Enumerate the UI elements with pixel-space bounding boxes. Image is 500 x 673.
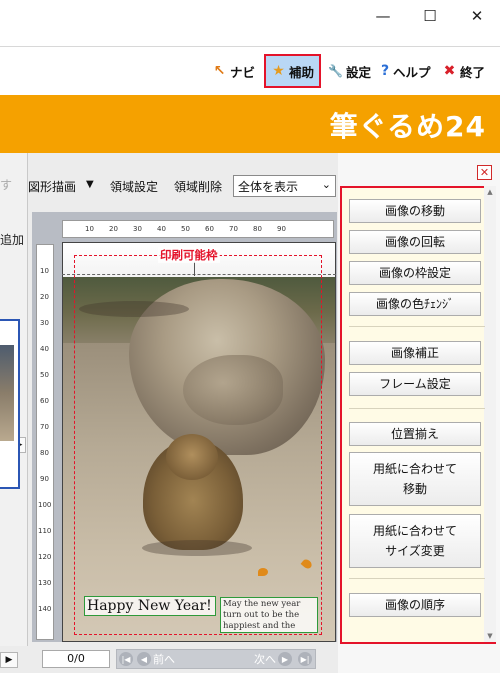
message-text-box[interactable]: May the new year turn out to be the happ… bbox=[220, 597, 318, 633]
scroll-up-icon[interactable]: ▲ bbox=[484, 186, 496, 198]
last-page-icon: ▶| bbox=[298, 652, 312, 666]
scroll-down-icon[interactable]: ▼ bbox=[484, 630, 496, 642]
panel-separator bbox=[349, 326, 485, 327]
close-window-button[interactable]: ✕ bbox=[454, 0, 500, 32]
ruler-tick: 60 bbox=[40, 397, 49, 405]
nav-navi[interactable]: ↖ ナビ bbox=[212, 58, 255, 84]
panel-separator bbox=[349, 408, 485, 409]
image-correction-button[interactable]: 画像補正 bbox=[349, 341, 481, 365]
ruler-tick: 80 bbox=[40, 449, 49, 457]
star-icon: ★ bbox=[272, 63, 285, 79]
fit-to-paper-resize-button[interactable]: 用紙に合わせて サイズ変更 bbox=[349, 514, 481, 568]
nav-settings-label: 設定 bbox=[346, 64, 372, 80]
maximize-button[interactable]: ☐ bbox=[407, 0, 453, 32]
ruler-tick: 10 bbox=[85, 225, 94, 233]
view-select[interactable]: 全体を表示 ⌄ bbox=[233, 175, 336, 197]
prev-page-button[interactable]: ◀ 前へ bbox=[137, 650, 175, 668]
next-page-button[interactable]: 次へ ▶ bbox=[254, 650, 292, 668]
ruler-tick: 100 bbox=[38, 501, 52, 509]
left-panel-arrow-right[interactable]: ▶ bbox=[0, 652, 18, 668]
nav-assist-label: 補助 bbox=[289, 64, 315, 80]
area-delete-button[interactable]: 領域削除 bbox=[174, 178, 222, 195]
question-icon: ? bbox=[380, 63, 390, 79]
left-panel-thumbnail[interactable] bbox=[0, 319, 20, 489]
align-button[interactable]: 位置揃え bbox=[349, 422, 481, 446]
ruler-tick: 30 bbox=[40, 319, 49, 327]
next-page-icon: ▶ bbox=[278, 652, 292, 666]
ruler-tick: 110 bbox=[38, 527, 52, 535]
nav-settings[interactable]: 🔧 設定 bbox=[328, 58, 371, 84]
ruler-tick: 20 bbox=[109, 225, 118, 233]
page-indicator: 0/0 bbox=[42, 650, 110, 668]
print-area-label: 印刷可能枠 bbox=[158, 247, 220, 263]
move-image-button[interactable]: 画像の移動 bbox=[349, 199, 481, 223]
ruler-tick: 60 bbox=[205, 225, 214, 233]
ruler-tick: 70 bbox=[40, 423, 49, 431]
nav-assist[interactable]: ★ 補助 bbox=[264, 54, 322, 88]
toolbar: 図形描画 ▼ 領域設定 領域削除 全体を表示 ⌄ bbox=[28, 160, 338, 210]
nav-exit-label: 終了 bbox=[460, 64, 486, 80]
thumbnail-image bbox=[0, 345, 14, 441]
title-bar: — ☐ ✕ bbox=[0, 0, 500, 32]
ruler-tick: 90 bbox=[277, 225, 286, 233]
panel-scrollbar[interactable] bbox=[484, 186, 496, 642]
print-area-frame bbox=[74, 255, 322, 635]
close-x-icon: ✖ bbox=[443, 63, 456, 79]
left-panel-text: す bbox=[0, 178, 13, 192]
pointer-arrow-icon: ↖ bbox=[213, 63, 226, 79]
ruler-tick: 50 bbox=[40, 371, 49, 379]
image-frame-settings-button[interactable]: 画像の枠設定 bbox=[349, 261, 481, 285]
image-color-change-button[interactable]: 画像の色ﾁｪﾝｼﾞ bbox=[349, 292, 481, 316]
last-page-button[interactable]: ▶| bbox=[298, 650, 312, 668]
nav-navi-label: ナビ bbox=[230, 64, 256, 80]
ruler-tick: 80 bbox=[253, 225, 262, 233]
panel-separator bbox=[349, 578, 485, 579]
nav-help[interactable]: ? ヘルプ bbox=[380, 58, 431, 84]
fit-to-paper-move-button[interactable]: 用紙に合わせて 移動 bbox=[349, 452, 481, 506]
brand-logo: 筆ぐるめ24 bbox=[329, 110, 486, 143]
view-select-value: 全体を表示 bbox=[238, 180, 299, 194]
horizontal-ruler: 10 20 30 40 50 60 70 80 90 bbox=[62, 220, 334, 238]
left-panel: す 追加 ▼ ▶ bbox=[0, 153, 28, 673]
minimize-button[interactable]: — bbox=[360, 0, 406, 32]
ruler-tick: 70 bbox=[229, 225, 238, 233]
ruler-tick: 120 bbox=[38, 553, 52, 561]
shape-dropdown-icon[interactable]: ▼ bbox=[86, 179, 94, 190]
area-set-button[interactable]: 領域設定 bbox=[110, 178, 158, 195]
frame-settings-button[interactable]: フレーム設定 bbox=[349, 372, 481, 396]
shape-draw-button[interactable]: 図形描画 bbox=[28, 178, 76, 195]
brand-banner: 筆ぐるめ24 bbox=[0, 95, 500, 153]
next-page-label: 次へ bbox=[254, 653, 276, 666]
chevron-down-icon: ⌄ bbox=[321, 178, 331, 191]
image-tools-panel bbox=[340, 186, 496, 644]
vertical-ruler: 10 20 30 40 50 60 70 80 90 100 110 120 1… bbox=[36, 244, 54, 640]
wrench-icon: 🔧 bbox=[328, 64, 343, 78]
nav-exit[interactable]: ✖ 終了 bbox=[442, 58, 485, 84]
close-panel-button[interactable]: ✕ bbox=[477, 165, 492, 180]
prev-page-icon: ◀ bbox=[137, 652, 151, 666]
nav-bar: ↖ ナビ ★ 補助 🔧 設定 ? ヘルプ ✖ 終了 bbox=[0, 47, 500, 95]
ruler-tick: 20 bbox=[40, 293, 49, 301]
first-page-icon: |◀ bbox=[119, 652, 133, 666]
ruler-tick: 40 bbox=[157, 225, 166, 233]
rotate-image-button[interactable]: 画像の回転 bbox=[349, 230, 481, 254]
ruler-tick: 40 bbox=[40, 345, 49, 353]
nav-help-label: ヘルプ bbox=[393, 64, 431, 80]
ruler-tick: 50 bbox=[181, 225, 190, 233]
prev-page-label: 前へ bbox=[153, 653, 175, 666]
ruler-tick: 30 bbox=[133, 225, 142, 233]
left-panel-add-label[interactable]: 追加 bbox=[0, 231, 24, 248]
ruler-tick: 10 bbox=[40, 267, 49, 275]
first-page-button[interactable]: |◀ bbox=[119, 650, 133, 668]
ruler-tick: 140 bbox=[38, 605, 52, 613]
image-order-button[interactable]: 画像の順序 bbox=[349, 593, 481, 617]
greeting-text-box[interactable]: Happy New Year! bbox=[84, 596, 216, 616]
ruler-tick: 90 bbox=[40, 475, 49, 483]
ruler-tick: 130 bbox=[38, 579, 52, 587]
